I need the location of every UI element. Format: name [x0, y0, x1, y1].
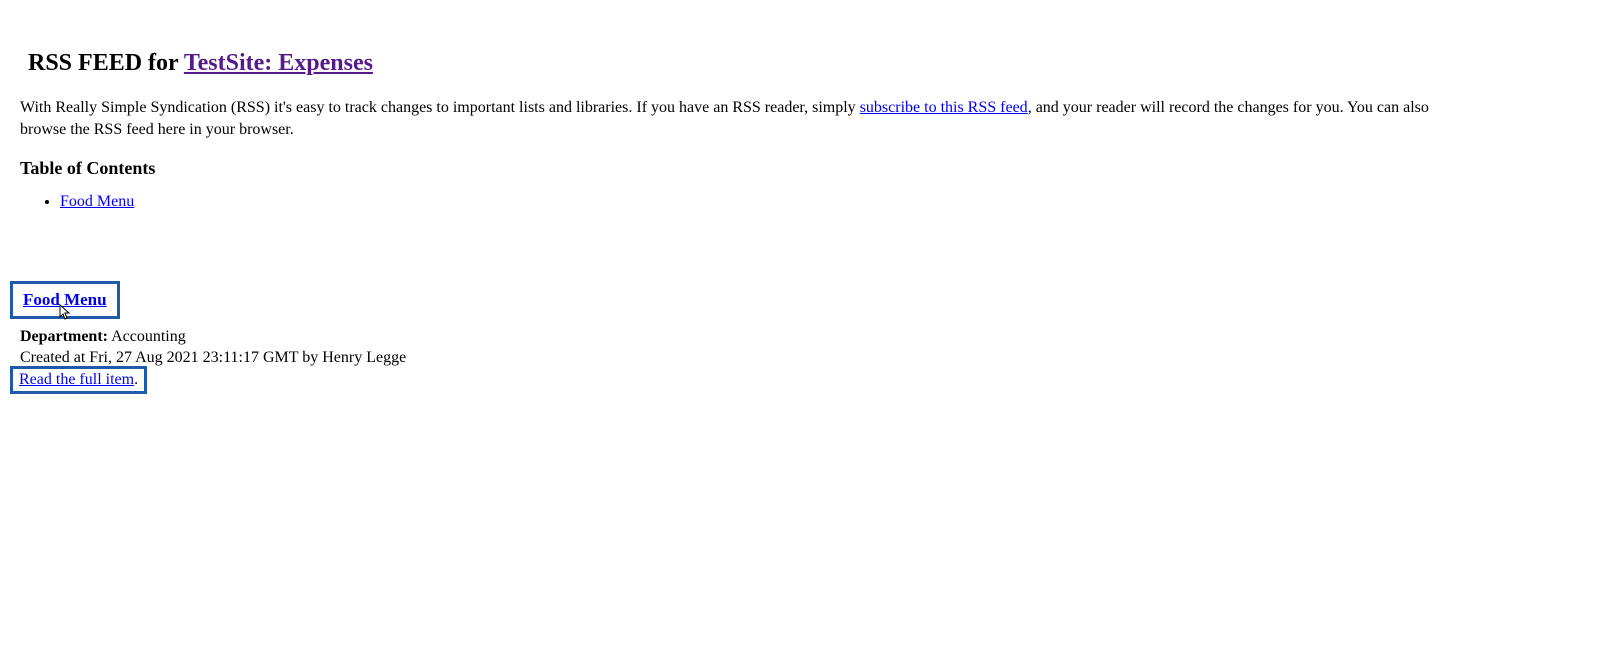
- item-created: Created at Fri, 27 Aug 2021 23:11:17 GMT…: [20, 348, 1580, 369]
- toc-heading: Table of Contents: [20, 158, 1580, 179]
- subscribe-link[interactable]: subscribe to this RSS feed: [860, 99, 1028, 116]
- trailing-period: .: [134, 371, 138, 388]
- read-full-link[interactable]: Read the full item: [19, 371, 134, 388]
- page-title: RSS FEED for TestSite: Expenses: [28, 50, 1580, 77]
- description-text-1: With Really Simple Syndication (RSS) it'…: [20, 99, 860, 116]
- toc-item: Food Menu: [60, 193, 1580, 211]
- toc-list: Food Menu: [60, 193, 1580, 211]
- department-value: Accounting: [108, 328, 186, 345]
- site-link[interactable]: TestSite: Expenses: [184, 50, 373, 76]
- item-department: Department: Accounting: [20, 327, 1580, 348]
- item-title-highlight: Food Menu: [10, 281, 120, 319]
- read-full-highlight: Read the full item.: [10, 366, 147, 394]
- item-title-link[interactable]: Food Menu: [23, 290, 107, 309]
- department-label: Department:: [20, 328, 108, 345]
- description-paragraph: With Really Simple Syndication (RSS) it'…: [20, 97, 1460, 140]
- feed-item: Food Menu Department: Accounting Created…: [20, 281, 1580, 394]
- toc-link-food-menu[interactable]: Food Menu: [60, 193, 134, 210]
- title-prefix: RSS FEED for: [28, 50, 184, 76]
